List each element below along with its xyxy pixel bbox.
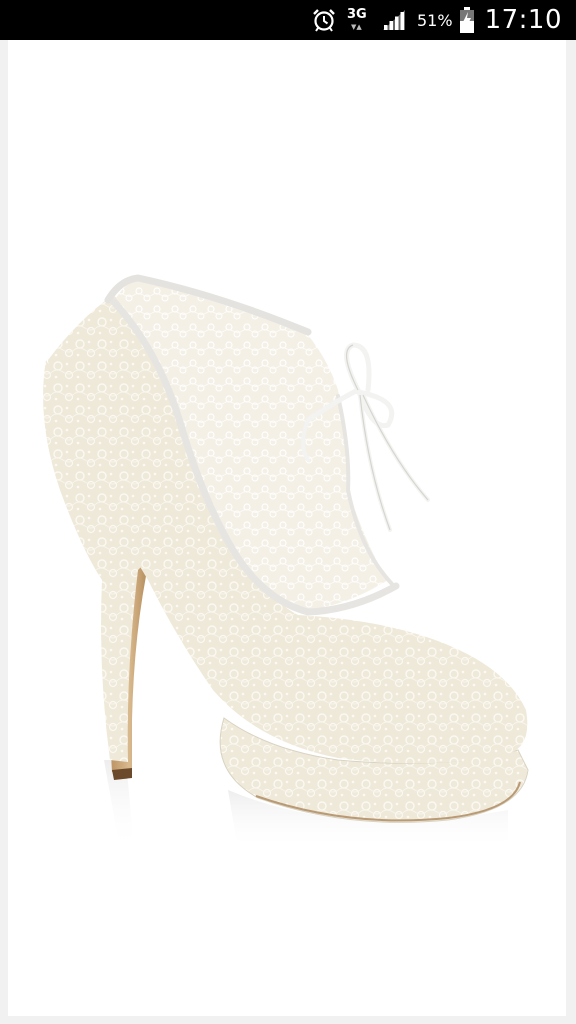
- heel-tip: [112, 768, 132, 780]
- battery-charging-icon: [459, 6, 475, 34]
- clock: 17:10: [484, 5, 562, 35]
- status-bar: 3G ▼▲ 51% 17:10: [0, 0, 576, 40]
- product-photo[interactable]: [8, 250, 566, 850]
- image-viewer[interactable]: [0, 40, 576, 1024]
- bow-shadow: [346, 344, 429, 531]
- signal-icon: [381, 8, 407, 32]
- alarm-icon: [311, 7, 337, 33]
- network-type-label: 3G: [347, 7, 367, 22]
- status-icons: 3G ▼▲ 51% 17:10: [311, 0, 562, 40]
- data-arrows-icon: ▼▲: [351, 23, 362, 31]
- battery-percent: 51%: [417, 10, 453, 30]
- network-3g-icon: 3G ▼▲: [347, 6, 371, 34]
